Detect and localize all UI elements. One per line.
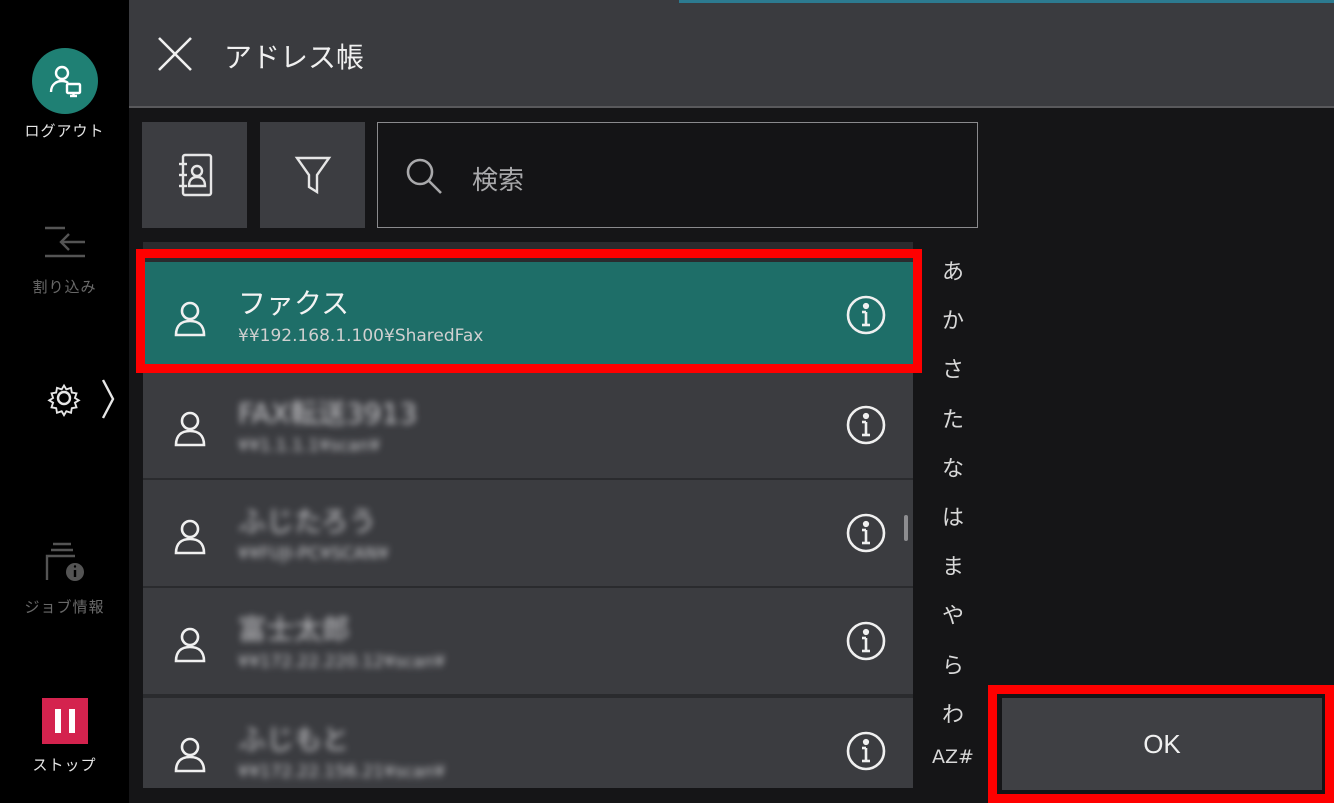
index-letter[interactable]: ま	[930, 549, 976, 581]
contact-address: ¥¥172.22.220.12¥scan¥	[238, 652, 446, 672]
chevron-right-icon	[101, 379, 115, 419]
info-icon[interactable]	[845, 294, 887, 336]
contact-name: 富士太郎	[238, 613, 351, 646]
contact-name: FAX転送3913	[238, 397, 418, 430]
interrupt-button[interactable]: 割り込み	[0, 222, 129, 297]
scrollbar[interactable]	[904, 515, 908, 541]
contact-row[interactable]: FAX転送3913 ¥¥1.1.1.1¥scan¥	[143, 372, 913, 478]
stop-button[interactable]: ストップ	[0, 698, 129, 775]
contact-row[interactable]: ファクス ¥¥192.168.1.100¥SharedFax	[143, 262, 913, 368]
header-bar: アドレス帳	[129, 0, 1334, 108]
contact-address: ¥¥1.1.1.1¥scan¥	[238, 436, 381, 456]
person-icon	[174, 627, 206, 663]
index-letter[interactable]: た	[930, 402, 976, 434]
kana-index[interactable]: あ か さ た な は ま や ら わ AZ#	[930, 242, 976, 788]
contact-row[interactable]: ふじもと ¥¥172.22.156.21¥scan¥	[143, 698, 913, 788]
filter-button[interactable]	[260, 122, 365, 228]
contact-row[interactable]: 富士太郎 ¥¥172.22.220.12¥scan¥	[143, 588, 913, 694]
contact-address: ¥¥192.168.1.100¥SharedFax	[238, 326, 484, 346]
stop-icon	[41, 698, 88, 744]
index-letter[interactable]: AZ#	[930, 746, 976, 768]
index-letter[interactable]: わ	[930, 697, 976, 729]
person-icon	[174, 301, 206, 337]
index-letter[interactable]: は	[930, 500, 976, 532]
contact-name: ファクス	[238, 287, 350, 320]
close-icon[interactable]	[155, 34, 195, 74]
info-icon[interactable]	[845, 404, 887, 446]
index-letter[interactable]: ら	[930, 648, 976, 680]
contact-list[interactable]: ファクス ¥¥192.168.1.100¥SharedFax FAX転送3913…	[143, 242, 913, 788]
filter-icon	[294, 156, 331, 195]
search-input[interactable]: 検索	[377, 122, 978, 228]
contact-address: ¥¥FUJI-PC¥SCAN¥	[238, 544, 389, 564]
info-icon[interactable]	[845, 512, 887, 554]
interrupt-icon	[44, 226, 85, 258]
index-letter[interactable]: か	[930, 303, 976, 335]
info-icon[interactable]	[845, 730, 887, 772]
person-icon	[174, 411, 206, 447]
contact-name: ふじもと	[238, 723, 350, 756]
header-accent-line	[679, 0, 1334, 3]
index-letter[interactable]: な	[930, 451, 976, 483]
address-book-button[interactable]	[142, 122, 247, 228]
ok-button[interactable]: OK	[1002, 698, 1322, 790]
address-book-icon	[178, 153, 212, 197]
logout-label: ログアウト	[24, 122, 105, 140]
person-icon	[174, 737, 206, 773]
page-title: アドレス帳	[224, 41, 365, 74]
sidebar: ログアウト 割り込み ジョブ情報 ストップ	[0, 0, 129, 803]
job-info-icon	[45, 542, 84, 581]
logout-button[interactable]: ログアウト	[0, 48, 129, 141]
contact-row[interactable]: ふじたろう ¥¥FUJI-PC¥SCAN¥	[143, 480, 913, 586]
index-letter[interactable]: あ	[930, 254, 976, 286]
search-icon	[406, 158, 442, 194]
job-info-button[interactable]: ジョブ情報	[0, 540, 129, 617]
interrupt-label: 割り込み	[32, 278, 97, 296]
index-letter[interactable]: や	[930, 598, 976, 630]
logout-icon	[31, 48, 98, 114]
job-info-label: ジョブ情報	[24, 598, 105, 616]
info-icon[interactable]	[845, 620, 887, 662]
search-placeholder: 検索	[472, 166, 525, 196]
contact-name: ふじたろう	[238, 505, 377, 538]
gear-icon	[47, 383, 81, 417]
person-icon	[174, 519, 206, 555]
stop-label: ストップ	[32, 756, 97, 774]
contact-address: ¥¥172.22.156.21¥scan¥	[238, 762, 446, 782]
index-letter[interactable]: さ	[930, 352, 976, 384]
